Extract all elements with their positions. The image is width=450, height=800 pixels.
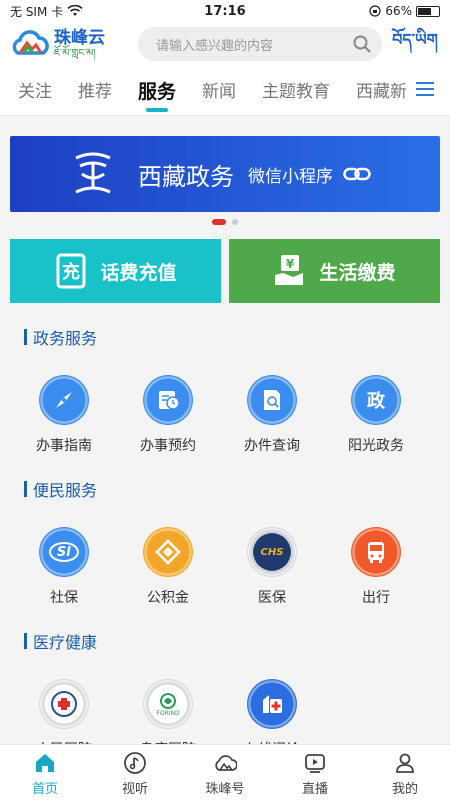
gov-badge-icon: 政 bbox=[351, 375, 401, 425]
housing-fund-item[interactable]: 公积金 bbox=[116, 527, 220, 607]
medical-insurance-label: 医保 bbox=[258, 590, 286, 606]
nav-live[interactable]: 直播 bbox=[270, 745, 360, 800]
live-tv-icon bbox=[305, 754, 325, 773]
tab-zhuti[interactable]: 主题教育 bbox=[262, 77, 330, 104]
banner-carousel[interactable]: 西藏政务 微信小程序 bbox=[10, 136, 440, 212]
online-consult-icon bbox=[247, 679, 297, 729]
bills-button[interactable]: ¥ 生活缴费 bbox=[229, 239, 440, 303]
bill-payment-icon: ¥ bbox=[275, 255, 304, 285]
open-government-label: 阳光政务 bbox=[348, 438, 404, 454]
cloud-mountain-icon bbox=[215, 755, 237, 771]
bottom-navigation: 首页 视听 珠峰号 直播 我的 bbox=[0, 744, 450, 800]
convenience-services-grid: SI 社保 公积金 CHS 医保 出行 bbox=[0, 527, 450, 607]
travel-item[interactable]: 出行 bbox=[324, 527, 428, 607]
battery-percent: 66% bbox=[385, 4, 412, 18]
tab-xinwen[interactable]: 新闻 bbox=[202, 77, 236, 104]
clock: 17:16 bbox=[204, 3, 246, 19]
tab-tuijian[interactable]: 推荐 bbox=[78, 77, 112, 104]
music-note-icon bbox=[124, 752, 146, 774]
app-header: 珠峰云 ཇོ་མོ་གླང་མ། 请输入感兴趣的内容 བོད་ཡིག bbox=[0, 22, 450, 66]
social-security-text: SI bbox=[49, 542, 79, 562]
fukang-logo-text: FORIND bbox=[156, 709, 180, 717]
search-placeholder: 请输入感兴趣的内容 bbox=[156, 38, 274, 54]
tibetan-language-button[interactable]: བོད་ཡིག bbox=[390, 22, 440, 67]
user-icon bbox=[396, 753, 414, 773]
open-government-item[interactable]: 政 阳光政务 bbox=[324, 375, 428, 455]
carousel-dots bbox=[0, 219, 450, 225]
medical-insurance-icon: CHS bbox=[247, 527, 297, 577]
service-guide-item[interactable]: 办事指南 bbox=[12, 375, 116, 455]
gov-badge-text: 政 bbox=[367, 391, 385, 412]
hospital-logo-icon bbox=[39, 679, 89, 729]
medical-insurance-item[interactable]: CHS 医保 bbox=[220, 527, 324, 607]
fukang-logo-icon: FORIND bbox=[143, 679, 193, 729]
battery-icon bbox=[416, 5, 440, 17]
orientation-lock-icon bbox=[369, 5, 381, 17]
banner-subtitle: 微信小程序 bbox=[248, 166, 333, 187]
recharge-label: 话费充值 bbox=[100, 261, 177, 284]
carousel-dot-active[interactable] bbox=[212, 219, 226, 225]
bills-label: 生活缴费 bbox=[319, 261, 396, 284]
housing-fund-label: 公积金 bbox=[147, 590, 189, 606]
service-guide-label: 办事指南 bbox=[36, 438, 92, 454]
housing-fund-icon bbox=[143, 527, 193, 577]
nav-home-label: 首页 bbox=[31, 782, 58, 797]
search-icon[interactable] bbox=[352, 34, 372, 54]
carrier-label: 无 SIM 卡 bbox=[10, 4, 64, 19]
appointment-item[interactable]: 办事预约 bbox=[116, 375, 220, 455]
wifi-icon bbox=[67, 5, 83, 16]
nav-audiovisual[interactable]: 视听 bbox=[90, 745, 180, 800]
search-input[interactable]: 请输入感兴趣的内容 bbox=[138, 27, 382, 61]
svg-text:¥: ¥ bbox=[286, 257, 295, 271]
nav-mine-label: 我的 bbox=[391, 782, 418, 797]
section-gov-services: 政务服务 bbox=[0, 325, 450, 349]
appointment-label: 办事预约 bbox=[140, 438, 196, 454]
category-tabs: 关注 推荐 服务 新闻 主题教育 西藏新 bbox=[0, 66, 450, 116]
medical-insurance-text: CHS bbox=[253, 533, 291, 571]
recharge-button[interactable]: 充 话费充值 bbox=[10, 239, 221, 303]
phone-recharge-icon: 充 bbox=[56, 253, 86, 289]
tab-fuwu[interactable]: 服务 bbox=[138, 77, 176, 104]
calendar-clock-icon bbox=[143, 375, 193, 425]
case-query-item[interactable]: 办件查询 bbox=[220, 375, 324, 455]
logo-chinese: 珠峰云 bbox=[54, 27, 105, 48]
nav-live-label: 直播 bbox=[301, 782, 328, 797]
nav-zhufeng-label: 珠峰号 bbox=[205, 782, 245, 797]
document-search-icon bbox=[247, 375, 297, 425]
logo-tibetan: ཇོ་མོ་གླང་མ། bbox=[54, 47, 96, 59]
section-health: 医疗健康 bbox=[0, 629, 450, 653]
banner-title: 西藏政务 bbox=[138, 162, 234, 191]
carousel-dot[interactable] bbox=[232, 219, 238, 225]
bus-icon bbox=[351, 527, 401, 577]
link-icon bbox=[343, 167, 371, 181]
svg-text:充: 充 bbox=[62, 261, 80, 283]
nav-zhufeng-account[interactable]: 珠峰号 bbox=[180, 745, 270, 800]
case-query-label: 办件查询 bbox=[244, 438, 300, 454]
menu-icon[interactable] bbox=[416, 82, 434, 100]
social-security-icon: SI bbox=[39, 527, 89, 577]
travel-label: 出行 bbox=[362, 590, 390, 606]
social-security-label: 社保 bbox=[50, 590, 78, 606]
cloud-logo-icon bbox=[12, 30, 49, 55]
nav-audiovisual-label: 视听 bbox=[121, 782, 148, 797]
gov-services-grid: 办事指南 办事预约 办件查询 政 阳光政务 bbox=[0, 375, 450, 455]
nav-home[interactable]: 首页 bbox=[0, 745, 90, 800]
nav-mine[interactable]: 我的 bbox=[360, 745, 450, 800]
home-icon bbox=[36, 754, 54, 772]
status-bar: 无 SIM 卡 17:16 66% bbox=[0, 0, 450, 22]
tab-xizang[interactable]: 西藏新 bbox=[356, 77, 407, 104]
tab-guanzhu[interactable]: 关注 bbox=[18, 77, 52, 104]
app-logo: 珠峰云 ཇོ་མོ་གླང་མ། bbox=[10, 29, 130, 59]
compass-icon bbox=[39, 375, 89, 425]
section-convenience-services: 便民服务 bbox=[0, 477, 450, 501]
tibet-emblem-icon bbox=[75, 152, 111, 194]
social-security-item[interactable]: SI 社保 bbox=[12, 527, 116, 607]
